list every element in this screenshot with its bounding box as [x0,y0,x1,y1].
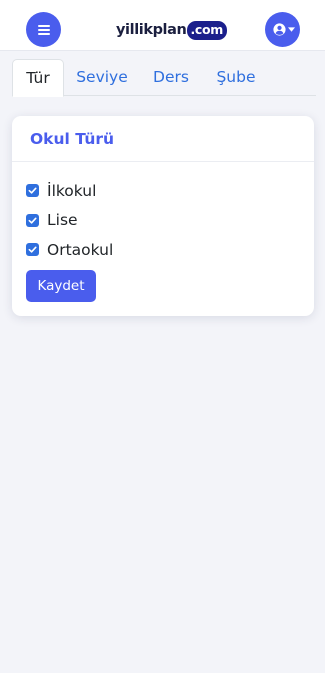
tab-ders[interactable]: Ders [148,59,194,97]
check-icon [28,246,37,253]
option-ilkokul[interactable]: İlkokul [26,176,113,206]
tab-tur[interactable]: Tür [12,59,64,97]
site-logo[interactable]: yillikplan .com [116,18,228,42]
caret-down-icon [287,27,295,32]
lise-checkbox[interactable] [26,213,39,227]
option-label: İlkokul [47,181,97,200]
option-ortaokul[interactable]: Ortaokul [26,235,113,265]
card-header: Okul Türü [12,116,314,162]
settings-tabs: Tür Seviye Ders Şube [12,59,316,97]
tab-seviye[interactable]: Seviye [72,59,132,97]
check-icon [28,187,37,194]
option-label: Lise [47,211,78,230]
check-icon [28,217,37,224]
option-lise[interactable]: Lise [26,206,113,236]
card-title: Okul Türü [30,130,115,148]
logo-suffix: .com [187,20,228,40]
ilkokul-checkbox[interactable] [26,184,39,198]
logo-text: yillikplan [116,22,187,38]
school-type-card: Okul Türü İlkokul Lise Ortaokul Kaydet [12,116,314,316]
school-type-options: İlkokul Lise Ortaokul [26,176,113,265]
save-button[interactable]: Kaydet [26,270,96,302]
top-navbar: yillikplan .com [0,0,325,51]
tab-sube[interactable]: Şube [211,59,261,97]
user-menu-button[interactable] [265,12,300,47]
menu-button[interactable] [26,12,61,47]
hamburger-icon [37,24,50,35]
ortaokul-checkbox[interactable] [26,243,39,257]
user-circle-icon [272,23,286,36]
option-label: Ortaokul [47,240,114,259]
